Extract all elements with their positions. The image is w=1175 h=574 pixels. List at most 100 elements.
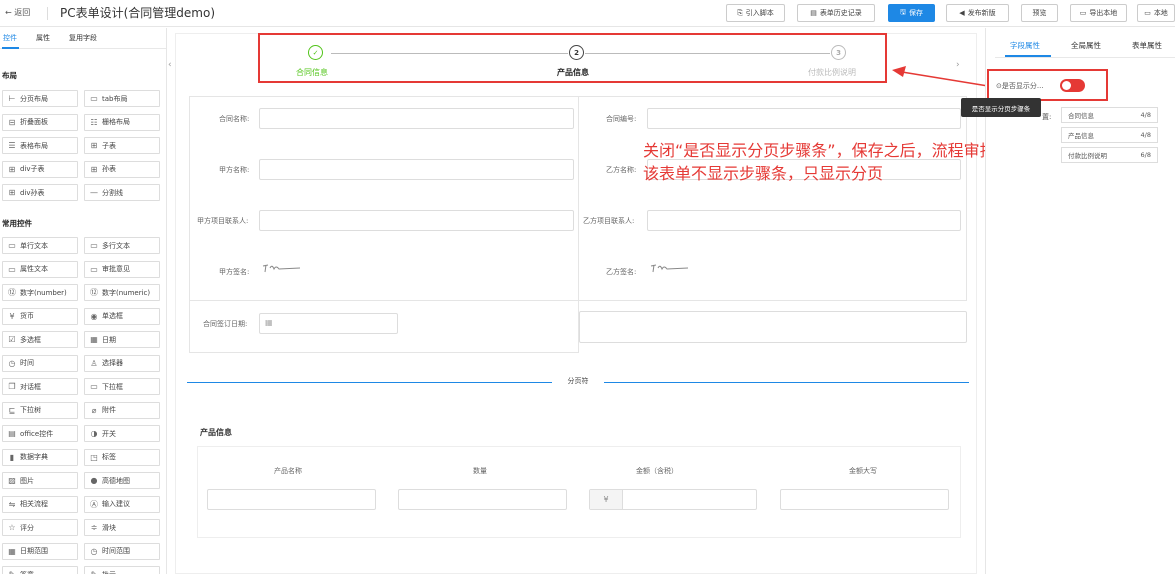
component-data-dictionary[interactable]: ▮ 数据字典 xyxy=(2,448,78,466)
top-toolbar: ← 返回 PC表单设计(合同管理demo) ⎘ 引入脚本 ▤ 表单历史记录 🖫 保存 … xyxy=(0,0,1175,27)
component-attribute-text[interactable]: ▭ 属性文本 xyxy=(2,260,78,278)
component-image[interactable]: ▨ 图片 xyxy=(2,472,78,489)
component-related-process[interactable]: ⇋ 相关流程 xyxy=(2,495,78,513)
annotation-text: 关闭“是否显示分页步骤条”，保存之后，流程审批 该表单不显示步骤条，只显示分页 xyxy=(643,139,996,185)
column-header: 金额大写 xyxy=(849,467,877,475)
attribute-text-icon: ▭ xyxy=(8,264,16,274)
collapse-left-icon[interactable]: ‹ xyxy=(168,60,172,70)
component-radio[interactable]: ◉ 单选框 xyxy=(84,307,160,325)
component-checkbox[interactable]: ☑ 多选框 xyxy=(2,331,78,348)
contract-no-input[interactable] xyxy=(647,108,961,129)
component-dialog[interactable]: ❐ 对话框 xyxy=(2,378,78,395)
component-numeric[interactable]: ⑫ 数字(numeric) xyxy=(84,284,160,301)
component-selector[interactable]: ♙ 选择器 xyxy=(84,354,160,372)
annotation-arrow-icon xyxy=(892,66,989,87)
approval-opinion-icon: ▭ xyxy=(90,264,98,274)
component-seal[interactable]: ✎签章 xyxy=(2,566,78,574)
component-rating-star[interactable]: ☆ 评分 xyxy=(2,519,78,536)
component-slider[interactable]: ≑ 滑块 xyxy=(84,519,160,536)
component-label: 输入建议 xyxy=(102,500,130,508)
column-header: 产品名称 xyxy=(274,467,302,475)
data-dictionary-icon: ▮ xyxy=(9,452,15,462)
component-label: 签章 xyxy=(20,570,34,574)
component-time[interactable]: ◷ 时间 xyxy=(2,354,78,372)
party-a-contact-input[interactable] xyxy=(259,210,574,231)
component-number[interactable]: ⑫ 数字(number) xyxy=(2,284,78,301)
component-div-subtable[interactable]: ⊞ div子表 xyxy=(2,160,78,178)
component-date[interactable]: ▦ 日期 xyxy=(84,331,160,348)
component-single-line-text[interactable]: ▭ 单行文本 xyxy=(2,237,78,254)
quantity-input[interactable] xyxy=(398,489,567,510)
component-collapse-panel[interactable]: ⊟ 折叠面板 xyxy=(2,113,78,131)
component-input-suggestion[interactable]: Ⓐ 输入建议 xyxy=(84,495,160,513)
party-a-name-input[interactable] xyxy=(259,159,574,180)
component-map-pin[interactable]: ● 高德地图 xyxy=(84,472,160,489)
dropdown-icon: ▭ xyxy=(90,382,98,391)
tab-global-properties[interactable]: 全局属性 xyxy=(1071,40,1101,51)
component-grandchild-table[interactable]: ⊞ 孙表 xyxy=(84,160,160,178)
component-label: 时间 xyxy=(20,359,34,367)
party-a-signature-icon[interactable] xyxy=(262,262,302,277)
component-label: 折叠面板 xyxy=(20,118,48,126)
tab-divider xyxy=(995,57,1175,58)
component-multi-line-text[interactable]: ▭ 多行文本 xyxy=(84,237,160,254)
page-break-label: 分页符 xyxy=(552,376,604,388)
sign-date-input[interactable]: ▦ xyxy=(259,313,398,334)
product-section-title: 产品信息 xyxy=(200,428,232,437)
save-button[interactable]: 🖫 保存 xyxy=(888,4,935,22)
tab-controls[interactable]: 控件 xyxy=(3,33,17,45)
component-instruction[interactable]: ✎批示 xyxy=(84,566,160,574)
step-order-item[interactable]: 合同信息 4/8 xyxy=(1061,107,1158,123)
component-label: 数据字典 xyxy=(20,453,48,461)
local-button[interactable]: ▭ 本地 xyxy=(1137,4,1175,22)
party-b-signature-icon[interactable] xyxy=(650,262,690,277)
time-range-icon: ◷ xyxy=(90,546,98,556)
component-currency[interactable]: ¥ 货币 xyxy=(2,307,78,325)
component-label: 标签 xyxy=(102,453,116,461)
component-dropdown-tree[interactable]: ⊑ 下拉树 xyxy=(2,401,78,419)
component-div-grandchild-table[interactable]: ⊞ div孙表 xyxy=(2,184,78,201)
component-label: 时间范围 xyxy=(102,547,130,555)
component-tag[interactable]: ◳ 标签 xyxy=(84,448,160,466)
component-dropdown[interactable]: ▭ 下拉框 xyxy=(84,378,160,395)
office-icon: ▤ xyxy=(8,429,16,438)
component-switch[interactable]: ◑ 开关 xyxy=(84,425,160,442)
tab-field-properties[interactable]: 字段属性 xyxy=(1010,40,1040,51)
component-page-layout[interactable]: ⊢ 分页布局 xyxy=(2,90,78,107)
step-order-item[interactable]: 付款比例说明 6/8 xyxy=(1061,147,1158,163)
date-icon: ▦ xyxy=(90,335,98,344)
component-date-range[interactable]: ▦ 日期范围 xyxy=(2,542,78,560)
tab-form-properties[interactable]: 表单属性 xyxy=(1132,40,1162,51)
single-line-text-icon: ▭ xyxy=(8,241,16,250)
export-local-button[interactable]: ▭ 导出本地 xyxy=(1070,4,1127,22)
component-grid-layout[interactable]: ☷ 栅格布局 xyxy=(84,113,160,131)
component-approval-opinion[interactable]: ▭ 审批意见 xyxy=(84,260,160,278)
form-history-button[interactable]: ▤ 表单历史记录 xyxy=(797,4,875,22)
tab-reuse-fields[interactable]: 复用字段 xyxy=(69,33,97,45)
party-b-contact-input[interactable] xyxy=(647,210,961,231)
step-order-item[interactable]: 产品信息 4/8 xyxy=(1061,127,1158,143)
component-subtable[interactable]: ⊞ 子表 xyxy=(84,137,160,154)
contract-name-input[interactable] xyxy=(259,108,574,129)
empty-form-cell[interactable] xyxy=(579,311,967,343)
product-name-input[interactable] xyxy=(207,489,376,510)
component-divider[interactable]: — 分割线 xyxy=(84,184,160,201)
dropdown-tree-icon: ⊑ xyxy=(8,405,16,415)
preview-button[interactable]: 预览 xyxy=(1021,4,1058,22)
component-table-layout[interactable]: ☰ 表格布局 xyxy=(2,137,78,154)
component-label: 货币 xyxy=(20,312,34,320)
amount-uppercase-input[interactable] xyxy=(780,489,949,510)
component-label: 审批意见 xyxy=(102,265,130,273)
tab-properties[interactable]: 属性 xyxy=(36,33,50,45)
component-label: 开关 xyxy=(102,429,116,438)
party-b-contact-label: 乙方项目联系人: xyxy=(583,217,635,225)
component-attachment[interactable]: ⌀ 附件 xyxy=(84,401,160,419)
back-button[interactable]: ← 返回 xyxy=(5,7,30,18)
component-label: 滑块 xyxy=(102,523,116,532)
publish-button[interactable]: ◀ 发布新版 xyxy=(946,4,1009,22)
component-tab-layout[interactable]: ▭ tab布局 xyxy=(84,90,160,107)
import-script-button[interactable]: ⎘ 引入脚本 xyxy=(726,4,785,22)
component-office[interactable]: ▤ office控件 xyxy=(2,425,78,442)
history-icon: ▤ xyxy=(810,9,817,17)
component-time-range[interactable]: ◷ 时间范围 xyxy=(84,542,160,560)
